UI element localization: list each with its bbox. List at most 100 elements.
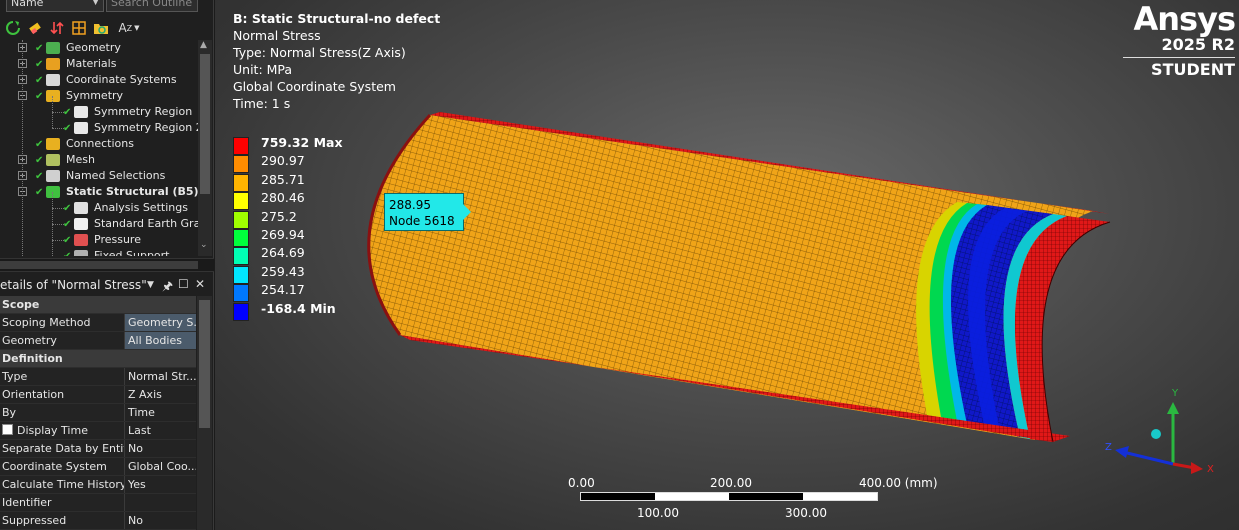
scroll-up-icon[interactable]: ▲ [200,40,207,50]
tree-item[interactable]: ✔ Analysis Settings [0,200,198,216]
scroll-thumb[interactable] [0,261,198,269]
legend-swatch [233,265,249,284]
outline-scrollbar[interactable]: ▲ ⌄ [198,40,212,256]
eraser-icon[interactable] [26,19,44,37]
property-name-cell: Display Time [0,422,125,439]
tree-item[interactable]: + ✔ Mesh [0,152,198,168]
filter-name-select[interactable]: Name ▼ [6,0,104,12]
axis-triad[interactable]: Y Z X [1095,380,1235,490]
horizontal-scrollbar[interactable] [0,258,214,272]
details-row[interactable]: Orientation Z Axis [0,386,196,404]
status-check-icon: ✔ [35,171,44,182]
mechanical-window: Name ▼ Search Outline A Z ▼ + ✔ Geometry + ✔ Mat… [0,0,1239,530]
property-name-cell: Scoping Method [0,314,125,331]
close-icon[interactable]: ✕ [195,277,205,291]
property-value[interactable]: Global Coo... [125,458,196,475]
property-name-cell: Coordinate System [0,458,125,475]
tree-item[interactable]: ✔ Symmetry Region [0,104,198,120]
tree-item[interactable]: ✔ Standard Earth Gravit [0,216,198,232]
scale-bar [580,492,878,501]
property-label: Calculate Time History [2,478,125,491]
property-label: Coordinate System [2,460,107,473]
property-label: Scoping Method [2,316,91,329]
sort-az-icon[interactable]: A Z ▼ [114,19,144,37]
status-check-icon: ✔ [35,139,44,150]
property-value[interactable]: Time [125,404,196,421]
tree-item-label: Symmetry [66,89,124,102]
details-row[interactable]: Type Normal Str... [0,368,196,386]
chevron-down-icon[interactable]: ▼ [147,280,154,290]
details-row[interactable]: Calculate Time History Yes [0,476,196,494]
tree-item[interactable]: − ✔ Symmetry [0,88,198,104]
tree-item-label: Fixed Support [94,249,170,256]
pin-icon[interactable]: 🖈 [162,277,173,298]
property-value[interactable]: Yes [125,476,196,493]
status-check-icon: ✔ [63,107,72,118]
tree-connector [22,40,23,256]
grid-icon[interactable] [70,19,88,37]
status-check-icon: ✔ [63,203,72,214]
tree-item[interactable]: + ✔ Named Selections [0,168,198,184]
details-row[interactable]: Separate Data by Entity No [0,440,196,458]
maximize-icon[interactable]: ☐ [178,277,189,291]
tree-item[interactable]: ✔ Pressure [0,232,198,248]
property-value[interactable]: Normal Str... [125,368,196,385]
property-value[interactable]: Last [125,422,196,439]
search-outline-input[interactable]: Search Outline [106,0,198,12]
property-label: Suppressed [2,514,67,527]
property-label: By [2,406,17,419]
tree-connector [52,96,53,128]
tree-item[interactable]: − ✔ Static Structural (B5) [0,184,198,200]
scroll-down-icon[interactable]: ⌄ [200,240,208,250]
tree-item[interactable]: ✔ Symmetry Region 2 [0,120,198,136]
details-scrollbar[interactable] [197,296,212,530]
analysis-settings-icon [74,202,88,214]
details-row[interactable]: By Time [0,404,196,422]
property-value[interactable]: Z Axis [125,386,196,403]
probe-node: Node 5618 [389,214,455,228]
property-label: Display Time [17,424,88,437]
display-time-checkbox[interactable] [2,424,13,435]
legend-label: 759.32 Max [261,135,343,150]
tree-item[interactable]: + ✔ Coordinate Systems [0,72,198,88]
status-check-icon: ✔ [35,187,44,198]
property-value[interactable]: Geometry S... [125,314,196,331]
tree-item[interactable]: ✔ Fixed Support [0,248,198,256]
legend-swatch [233,155,249,174]
sort-tree-icon[interactable] [48,19,66,37]
tree-item[interactable]: + ✔ Materials [0,56,198,72]
details-row[interactable]: Coordinate System Global Coo... [0,458,196,476]
legend-label: 275.2 [261,208,297,224]
legend-label: -168.4 Min [261,300,336,316]
folder-icon[interactable] [92,19,110,37]
graphics-viewport[interactable]: B: Static Structural-no defect Normal St… [215,0,1239,530]
result-type: Type: Normal Stress(Z Axis) [233,45,406,60]
property-label: Type [2,370,28,383]
coordinate-systems-icon [46,74,60,86]
details-row[interactable]: Suppressed No [0,512,196,530]
chevron-down-icon: ▼ [134,24,140,32]
tree-item[interactable]: ✔ Connections [0,136,198,152]
scroll-thumb[interactable] [199,300,210,428]
tree-item-label: Symmetry Region [94,105,193,118]
x-axis-label: X [1207,464,1214,475]
property-label: Geometry [2,334,57,347]
details-row[interactable]: Identifier [0,494,196,512]
property-value[interactable]: All Bodies [125,332,196,349]
tree-item[interactable]: + ✔ Geometry [0,40,198,56]
status-check-icon: ✔ [35,43,44,54]
scale-tick-0: 0.00 [568,476,595,490]
chevron-down-icon: ▼ [92,0,99,7]
probe-label[interactable]: 288.95 Node 5618 [384,193,472,231]
scroll-thumb[interactable] [200,54,210,194]
property-value[interactable]: No [125,440,196,457]
refresh-icon[interactable] [4,19,22,37]
property-value[interactable] [125,494,196,511]
status-check-icon: ✔ [35,155,44,166]
details-row[interactable]: Geometry All Bodies [0,332,196,350]
details-row[interactable]: Scoping Method Geometry S... [0,314,196,332]
property-label: Identifier [2,496,52,509]
details-row[interactable]: Display Time Last [0,422,196,440]
property-value[interactable]: No [125,512,196,529]
pressure-icon [74,234,88,246]
